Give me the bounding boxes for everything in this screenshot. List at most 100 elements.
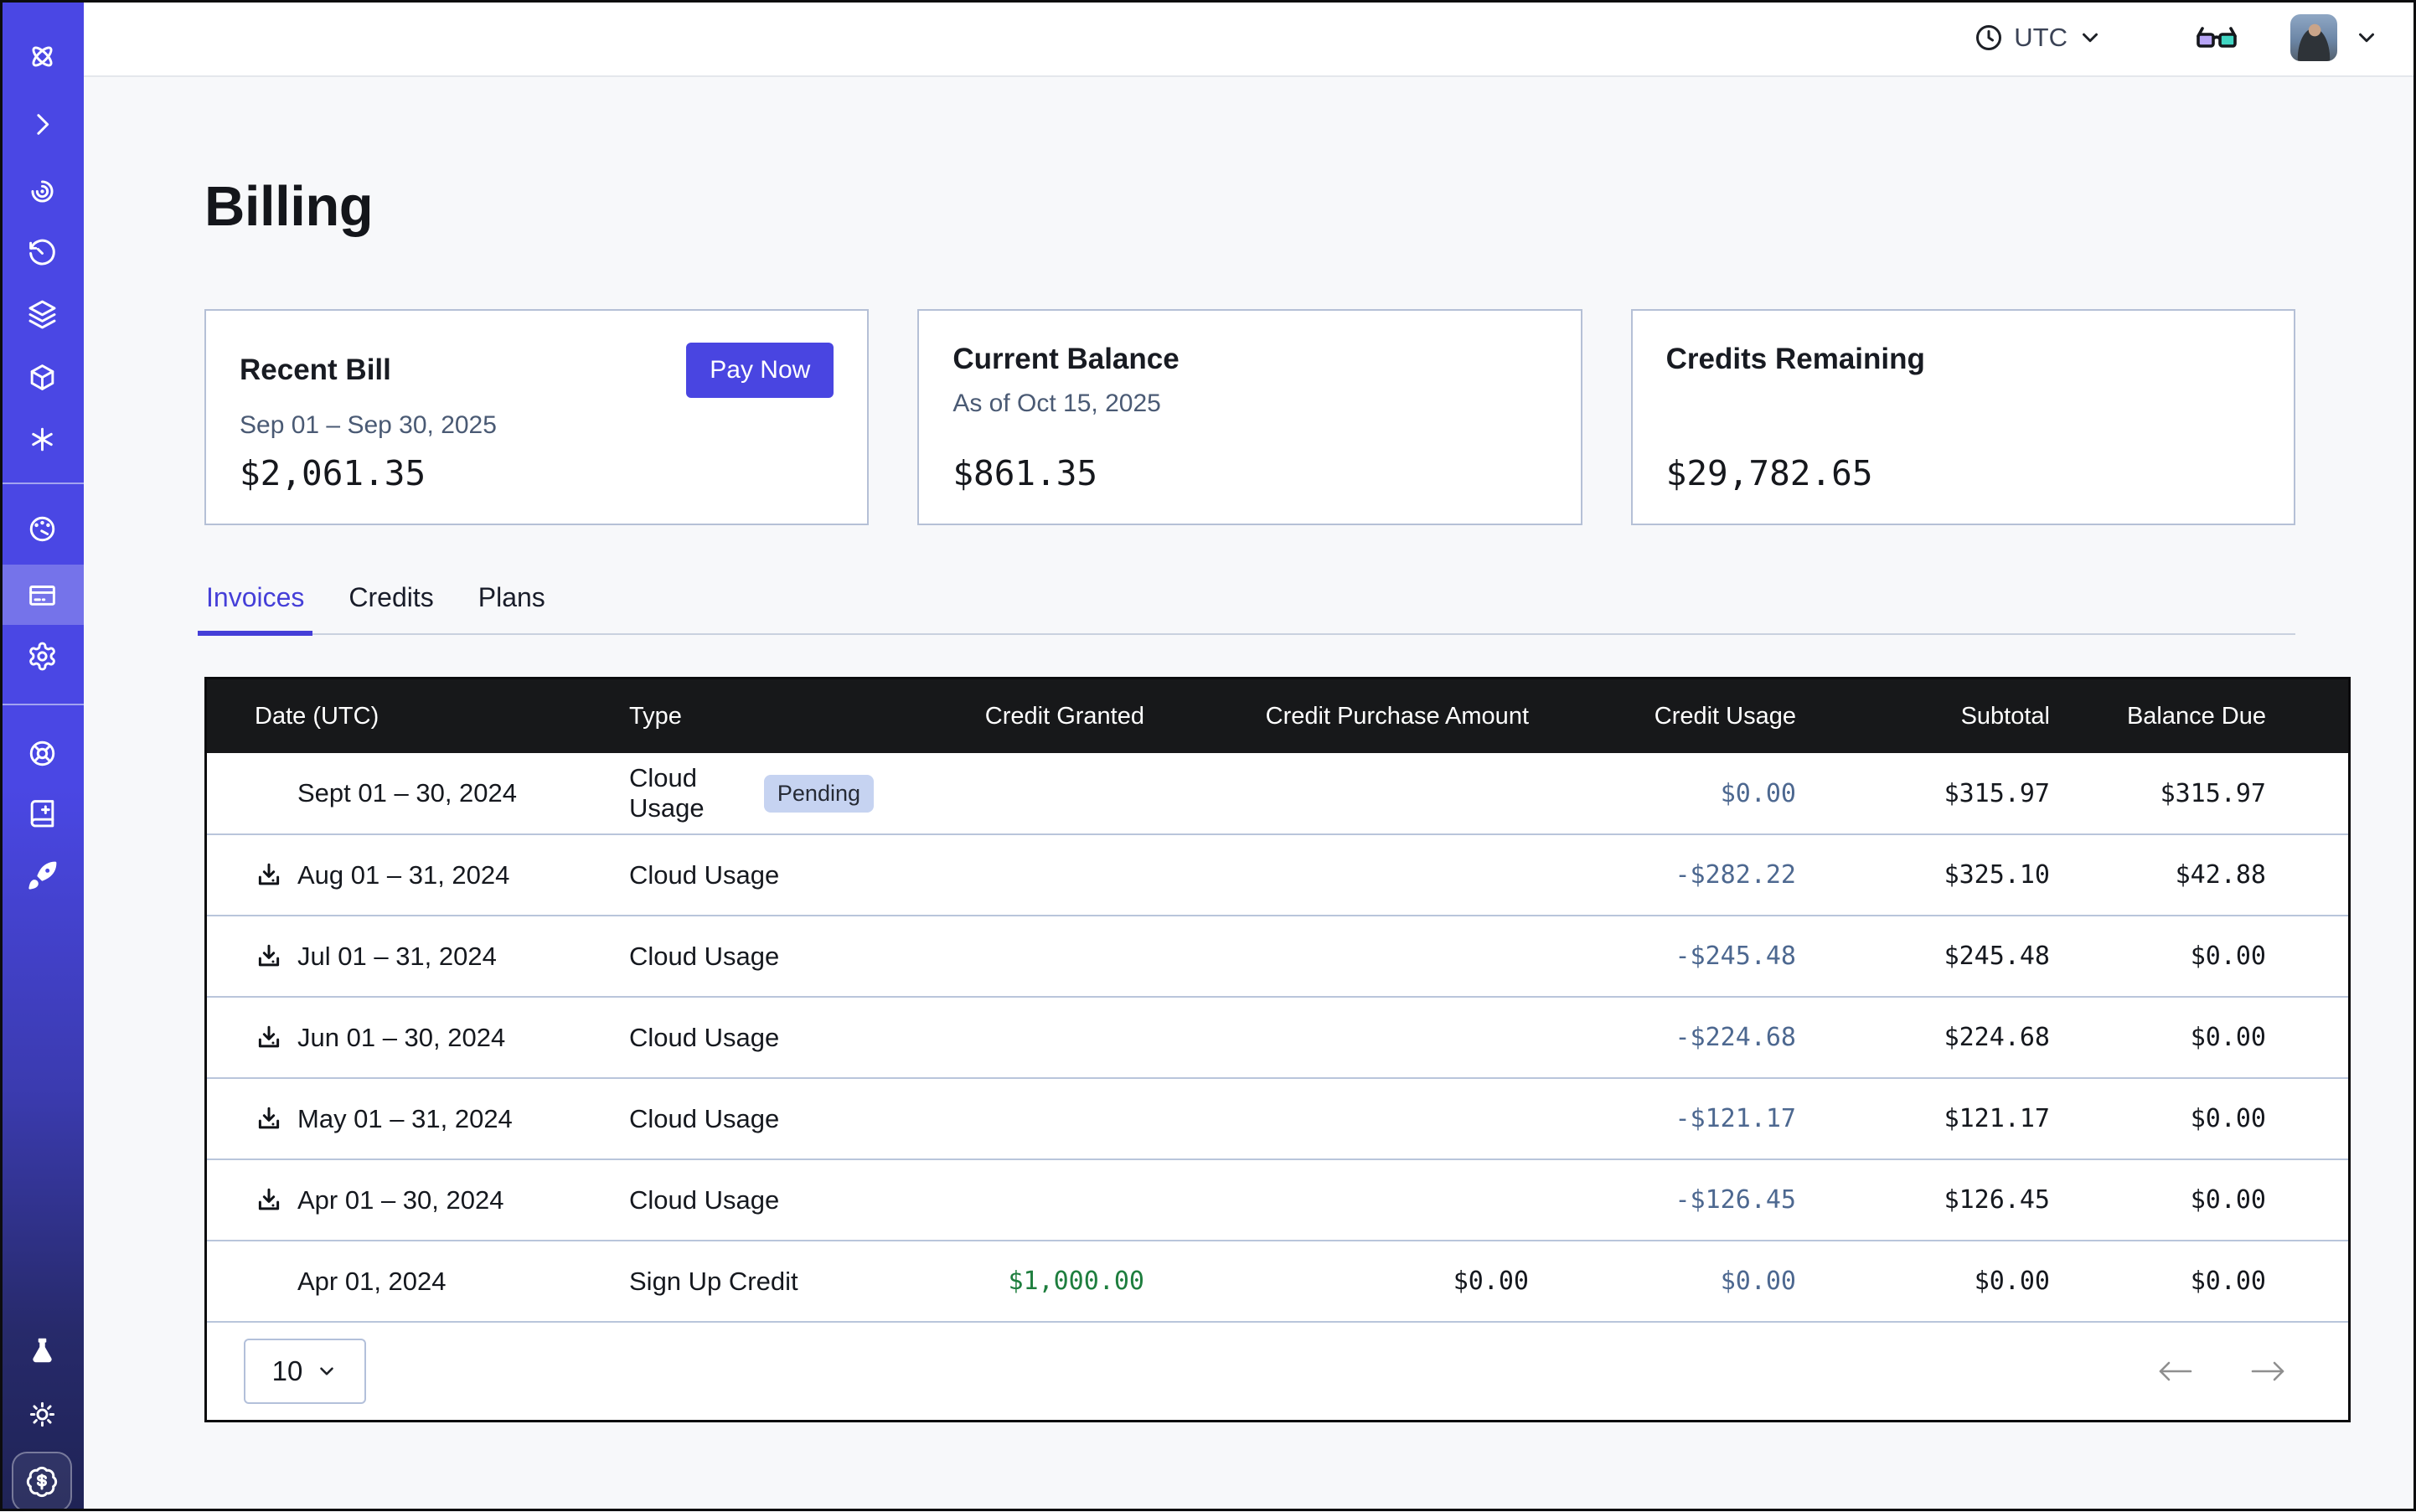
rocket-icon bbox=[27, 860, 58, 891]
card-subtitle: As of Oct 15, 2025 bbox=[952, 390, 1546, 418]
table-row: Jul 01 – 31, 2024 Cloud Usage -$245.48 $… bbox=[207, 916, 2348, 997]
credit-granted bbox=[874, 834, 1144, 916]
sidebar-item-docs[interactable] bbox=[0, 782, 84, 843]
sidebar-item-billing[interactable] bbox=[0, 565, 84, 625]
card-amount: $861.35 bbox=[952, 453, 1097, 493]
sidebar-item-credits-badge[interactable] bbox=[12, 1452, 72, 1512]
sidebar-item-support[interactable] bbox=[0, 723, 84, 783]
sidebar-item-layers[interactable] bbox=[0, 284, 84, 344]
timezone-selector[interactable]: UTC bbox=[1974, 23, 2103, 53]
layers-icon bbox=[27, 299, 58, 330]
balance-due: $0.00 bbox=[2050, 1159, 2348, 1241]
invoice-type: Cloud Usage bbox=[629, 1185, 779, 1215]
balance-due: $42.88 bbox=[2050, 834, 2348, 916]
chevron-right-icon bbox=[27, 109, 58, 140]
next-page-button[interactable] bbox=[2249, 1358, 2288, 1385]
col-credit-purchase: Credit Purchase Amount bbox=[1144, 679, 1529, 753]
download-invoice-icon[interactable] bbox=[255, 1024, 283, 1052]
balance-due: $0.00 bbox=[2050, 916, 2348, 997]
sidebar-item-history[interactable] bbox=[0, 223, 84, 283]
arrow-left-icon bbox=[2155, 1358, 2194, 1385]
credit-usage: $0.00 bbox=[1529, 753, 1796, 834]
sidebar-item-packages[interactable] bbox=[0, 347, 84, 407]
summary-cards: Recent Bill Pay Now Sep 01 – Sep 30, 202… bbox=[204, 309, 2295, 525]
sidebar-item-theme-toggle[interactable] bbox=[0, 1384, 84, 1444]
sidebar-item-labs[interactable] bbox=[0, 1320, 84, 1380]
sidebar-item-observe[interactable] bbox=[0, 161, 84, 221]
spiral-icon bbox=[27, 176, 58, 207]
col-date: Date (UTC) bbox=[207, 679, 588, 753]
pagination: 10 bbox=[207, 1323, 2348, 1420]
balance-due: $0.00 bbox=[2050, 1078, 2348, 1159]
invoice-date: May 01 – 31, 2024 bbox=[297, 1104, 513, 1134]
clock-icon bbox=[1974, 23, 2004, 53]
download-invoice-icon[interactable] bbox=[255, 1105, 283, 1133]
download-invoice-icon[interactable] bbox=[255, 1186, 283, 1215]
card-subtitle: Sep 01 – Sep 30, 2025 bbox=[240, 411, 834, 440]
tab-credits[interactable]: Credits bbox=[347, 579, 435, 633]
credit-purchase: $0.00 bbox=[1144, 1241, 1529, 1322]
credit-purchase bbox=[1144, 753, 1529, 834]
subtotal: $325.10 bbox=[1796, 834, 2050, 916]
chevron-down-icon bbox=[2354, 25, 2379, 50]
orbit-logo-icon[interactable] bbox=[0, 26, 84, 86]
lifesaver-icon bbox=[27, 738, 58, 769]
invoice-type: Cloud Usage bbox=[629, 1104, 779, 1133]
card-title: Credits Remaining bbox=[1666, 343, 1925, 376]
card-amount: $29,782.65 bbox=[1666, 453, 1873, 493]
billing-page: UTC Billing Recent Bill Pay Now bbox=[0, 0, 2416, 1511]
subtotal: $126.45 bbox=[1796, 1159, 2050, 1241]
download-invoice-icon[interactable] bbox=[255, 942, 283, 971]
col-subtotal: Subtotal bbox=[1796, 679, 2050, 753]
chevron-down-icon bbox=[2078, 25, 2103, 50]
card-title: Recent Bill bbox=[240, 353, 391, 387]
credit-granted bbox=[874, 916, 1144, 997]
balance-due: $0.00 bbox=[2050, 1241, 2348, 1322]
credit-usage: -$245.48 bbox=[1529, 916, 1796, 997]
main-content: Billing Recent Bill Pay Now Sep 01 – Sep… bbox=[84, 77, 2416, 1511]
sidebar-divider bbox=[0, 482, 84, 484]
table-header: Date (UTC) Type Credit Granted Credit Pu… bbox=[207, 679, 2348, 753]
avatar[interactable] bbox=[2290, 14, 2337, 61]
credit-usage: -$282.22 bbox=[1529, 834, 1796, 916]
sidebar-item-settings[interactable] bbox=[0, 626, 84, 686]
page-title: Billing bbox=[204, 174, 2416, 239]
invoice-date: Sept 01 – 30, 2024 bbox=[297, 778, 517, 808]
invoice-type: Cloud Usage bbox=[629, 1023, 779, 1052]
credit-usage: $0.00 bbox=[1529, 1241, 1796, 1322]
reader-mode-toggle[interactable] bbox=[2195, 19, 2238, 56]
credit-usage: -$224.68 bbox=[1529, 997, 1796, 1078]
arrow-right-icon bbox=[2249, 1358, 2288, 1385]
sidebar-collapse-button[interactable] bbox=[0, 94, 84, 154]
sidebar-item-usage[interactable] bbox=[0, 498, 84, 559]
chevron-down-icon bbox=[316, 1360, 338, 1382]
credit-granted bbox=[874, 1078, 1144, 1159]
download-invoice-icon[interactable] bbox=[255, 861, 283, 890]
subtotal: $315.97 bbox=[1796, 753, 2050, 834]
tab-invoices[interactable]: Invoices bbox=[204, 579, 306, 633]
credit-purchase bbox=[1144, 834, 1529, 916]
sidebar bbox=[0, 0, 84, 1511]
invoice-date: Apr 01 – 30, 2024 bbox=[297, 1185, 503, 1215]
card-title: Current Balance bbox=[952, 343, 1179, 376]
sidebar-item-launch[interactable] bbox=[0, 845, 84, 906]
credit-purchase bbox=[1144, 916, 1529, 997]
page-size-select[interactable]: 10 bbox=[244, 1339, 366, 1404]
credit-granted bbox=[874, 753, 1144, 834]
credit-usage: -$126.45 bbox=[1529, 1159, 1796, 1241]
sidebar-item-functions[interactable] bbox=[0, 409, 84, 469]
credit-granted bbox=[874, 997, 1144, 1078]
credit-purchase bbox=[1144, 1078, 1529, 1159]
subtotal: $0.00 bbox=[1796, 1241, 2050, 1322]
balance-due: $0.00 bbox=[2050, 997, 2348, 1078]
dollar-badge-icon bbox=[25, 1465, 59, 1499]
account-menu[interactable] bbox=[2290, 14, 2379, 61]
table-row: May 01 – 31, 2024 Cloud Usage -$121.17 $… bbox=[207, 1078, 2348, 1159]
tab-plans[interactable]: Plans bbox=[477, 579, 547, 633]
previous-page-button[interactable] bbox=[2155, 1358, 2194, 1385]
page-size-value: 10 bbox=[272, 1355, 303, 1387]
pay-now-button[interactable]: Pay Now bbox=[686, 343, 834, 398]
credit-granted: $1,000.00 bbox=[874, 1241, 1144, 1322]
book-sparkle-icon bbox=[27, 797, 58, 828]
table-row: Sept 01 – 30, 2024 Cloud UsagePending $0… bbox=[207, 753, 2348, 834]
